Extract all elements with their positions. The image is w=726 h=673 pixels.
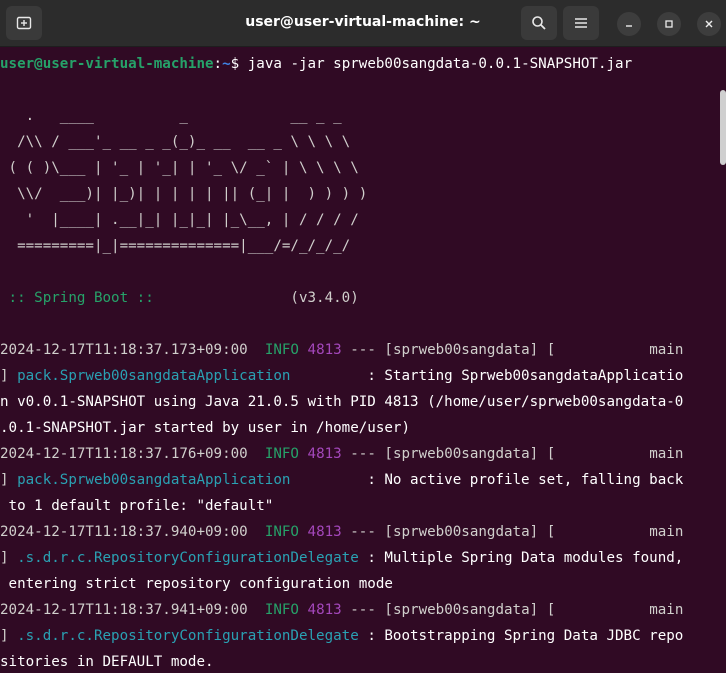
hamburger-menu-icon xyxy=(575,18,587,28)
log-bracket: ] xyxy=(0,628,18,644)
spring-boot-pad xyxy=(162,290,282,306)
log-wrap-line: sitories in DEFAULT mode. xyxy=(0,654,214,670)
log-header-line: 2024-12-17T11:18:37.173+09:00 INFO 4813 … xyxy=(0,337,716,363)
log-timestamp: 2024-12-17T11:18:37.940+09:00 xyxy=(0,524,248,540)
log-wrap-line: to 1 default profile: "default" xyxy=(0,498,274,514)
log-logger: .s.d.r.c.RepositoryConfigurationDelegate xyxy=(17,550,359,566)
terminal-window: user@user-virtual-machine: ~ user@user-v… xyxy=(0,0,726,673)
spring-boot-version-line: :: Spring Boot :: (v3.4.0) xyxy=(0,285,716,311)
log-level: INFO xyxy=(264,602,299,618)
log-logger: pack.Sprweb00sangdataApplication xyxy=(17,368,291,384)
log-timestamp: 2024-12-17T11:18:37.941+09:00 xyxy=(0,602,248,618)
log-timestamp: 2024-12-17T11:18:37.176+09:00 xyxy=(0,446,248,462)
command-text: java -jar sprweb00sangdata-0.0.1-SNAPSHO… xyxy=(247,56,633,72)
log-message-line: ] .s.d.r.c.RepositoryConfigurationDelega… xyxy=(0,623,716,649)
log-wrap-line: .0.1-SNAPSHOT.jar started by user in /ho… xyxy=(0,420,410,436)
log-thread: --- [sprweb00sangdata] [ main xyxy=(341,342,684,358)
log-message: : Multiple Spring Data modules found, xyxy=(367,550,684,566)
title-bar: user@user-virtual-machine: ~ xyxy=(0,0,726,47)
log-pid: 4813 xyxy=(307,446,342,462)
prompt-separator: : xyxy=(213,56,223,72)
log-logger: .s.d.r.c.RepositoryConfigurationDelegate xyxy=(17,628,359,644)
scrollbar-thumb[interactable] xyxy=(720,90,726,165)
log-thread: --- [sprweb00sangdata] [ main xyxy=(341,602,684,618)
log-pid: 4813 xyxy=(307,602,342,618)
log-bracket: ] xyxy=(0,368,18,384)
banner-line: =========|_|==============|___/=/_/_/_/ xyxy=(0,238,351,254)
prompt-path: ~ xyxy=(222,56,231,72)
log-level: INFO xyxy=(264,446,299,462)
log-message-line: ] .s.d.r.c.RepositoryConfigurationDelega… xyxy=(0,545,716,571)
minimize-button[interactable] xyxy=(617,12,641,36)
log-timestamp: 2024-12-17T11:18:37.173+09:00 xyxy=(0,342,248,358)
log-thread: --- [sprweb00sangdata] [ main xyxy=(341,524,684,540)
log-message-line: ] pack.Sprweb00sangdataApplication : No … xyxy=(0,467,716,493)
log-pid: 4813 xyxy=(307,524,342,540)
log-header-line: 2024-12-17T11:18:37.941+09:00 INFO 4813 … xyxy=(0,597,716,623)
log-message: : Bootstrapping Spring Data JDBC repo xyxy=(367,628,684,644)
banner-line: ' |____| .__|_| |_|_| |_\__, | / / / / xyxy=(0,212,359,228)
log-level: INFO xyxy=(264,524,299,540)
spring-boot-label: :: Spring Boot :: xyxy=(0,290,163,306)
spring-boot-version: (v3.4.0) xyxy=(281,290,359,306)
banner-line: /\\ / ___'_ __ _ _(_)_ __ __ _ \ \ \ \ xyxy=(0,134,351,150)
close-button[interactable] xyxy=(697,12,721,36)
spring-banner: . ____ _ __ _ _ /\\ / ___'_ __ _ _(_)_ _… xyxy=(0,103,716,259)
log-message: : Starting Sprweb00sangdataApplicatio xyxy=(367,368,684,384)
prompt-line: user@user-virtual-machine:~$ java -jar s… xyxy=(0,51,716,77)
search-button[interactable] xyxy=(521,6,557,40)
maximize-button[interactable] xyxy=(657,12,681,36)
menu-button[interactable] xyxy=(563,6,599,40)
search-icon xyxy=(532,16,546,30)
log-wrap-line: n v0.0.1-SNAPSHOT using Java 21.0.5 with… xyxy=(0,394,684,410)
log-pad xyxy=(290,472,367,488)
log-logger: pack.Sprweb00sangdataApplication xyxy=(17,472,291,488)
banner-line: . ____ _ __ _ _ xyxy=(0,108,342,124)
prompt-symbol: $ xyxy=(230,56,248,72)
log-message-line: ] pack.Sprweb00sangdataApplication : Sta… xyxy=(0,363,716,389)
log-header-line: 2024-12-17T11:18:37.940+09:00 INFO 4813 … xyxy=(0,519,716,545)
log-bracket: ] xyxy=(0,550,18,566)
log-entry: 2024-12-17T11:18:37.940+09:00 INFO 4813 … xyxy=(0,519,716,597)
log-wrap-line: entering strict repository configuration… xyxy=(0,576,393,592)
log-entry: 2024-12-17T11:18:37.176+09:00 INFO 4813 … xyxy=(0,441,716,519)
prompt-user: user@user-virtual-machine xyxy=(0,56,214,72)
log-pid: 4813 xyxy=(307,342,342,358)
log-header-line: 2024-12-17T11:18:37.176+09:00 INFO 4813 … xyxy=(0,441,716,467)
maximize-icon xyxy=(665,20,673,28)
log-bracket: ] xyxy=(0,472,18,488)
log-message: : No active profile set, falling back xyxy=(367,472,684,488)
terminal-output[interactable]: user@user-virtual-machine:~$ java -jar s… xyxy=(0,47,716,673)
close-icon xyxy=(705,20,713,28)
banner-line: \\/ ___)| |_)| | | | | || (_| | ) ) ) ) xyxy=(0,186,368,202)
log-thread: --- [sprweb00sangdata] [ main xyxy=(341,446,684,462)
banner-line: ( ( )\___ | '_ | '_| | '_ \/ _` | \ \ \ … xyxy=(0,160,359,176)
log-pad xyxy=(290,368,367,384)
log-entry: 2024-12-17T11:18:37.173+09:00 INFO 4813 … xyxy=(0,337,716,441)
log-level: INFO xyxy=(264,342,299,358)
log-entry: 2024-12-17T11:18:37.941+09:00 INFO 4813 … xyxy=(0,597,716,673)
minimize-icon xyxy=(626,25,632,27)
